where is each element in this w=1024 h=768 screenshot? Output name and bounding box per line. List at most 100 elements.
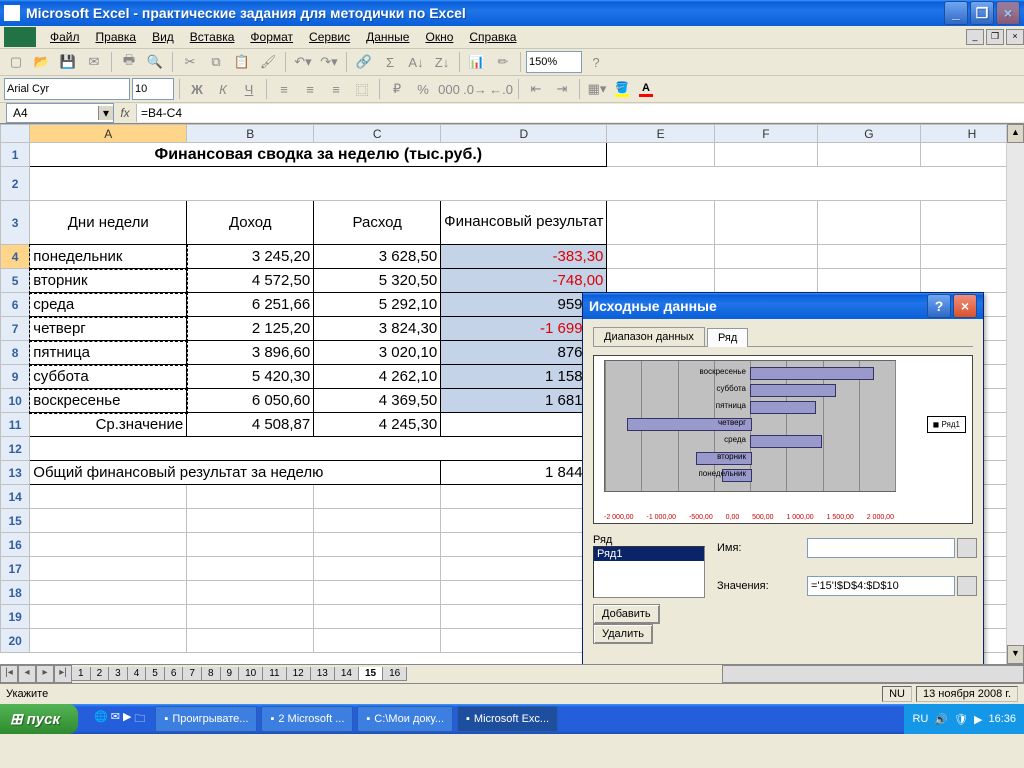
format-painter-icon[interactable]: 🖌 [256,50,280,74]
row-header[interactable]: 2 [1,167,30,201]
restore-button[interactable]: ❐ [970,1,994,25]
sort-desc-icon[interactable]: Z↓ [430,50,454,74]
horizontal-scrollbar[interactable] [722,665,1024,683]
cell[interactable]: 4 572,50 [187,269,314,293]
taskbar-item[interactable]: ▪2 Microsoft ... [261,706,353,732]
currency-icon[interactable]: ₽ [385,77,409,101]
zoom-select[interactable] [526,51,582,73]
sheet-tab[interactable]: 6 [164,667,184,681]
doc-close[interactable]: × [1006,29,1024,45]
start-button[interactable]: ⊞пуск [0,704,78,734]
borders-icon[interactable]: ▦▾ [585,77,609,101]
quicklaunch-icon[interactable]: ✉ [111,710,120,729]
series-name-input[interactable] [807,538,955,558]
name-box[interactable]: A4▾ [6,103,114,123]
cell[interactable]: Дни недели [30,201,187,245]
preview-icon[interactable]: 🔍 [143,50,167,74]
drawing-icon[interactable]: ✏ [491,50,515,74]
align-left-icon[interactable]: ≡ [272,77,296,101]
font-name-select[interactable] [4,78,130,100]
row-header[interactable]: 11 [1,413,30,437]
cell[interactable]: 4 262,10 [314,365,441,389]
ref-picker-icon[interactable] [957,576,977,596]
tab-last-icon[interactable]: ▸| [54,665,72,683]
save-icon[interactable]: 💾 [56,50,80,74]
cell[interactable]: 2 125,20 [187,317,314,341]
sheet-tab[interactable]: 14 [334,667,359,681]
taskbar-item[interactable]: ▪Проигрывате... [155,706,257,732]
sheet-tab[interactable]: 1 [71,667,91,681]
row-header[interactable]: 14 [1,485,30,509]
undo-icon[interactable]: ↶▾ [291,50,315,74]
menu-file[interactable]: Файл [42,28,88,46]
merge-center-icon[interactable]: ⿴ [350,77,374,101]
vertical-scrollbar[interactable]: ▲ ▼ [1006,124,1024,664]
cell[interactable]: 4 369,50 [314,389,441,413]
copy-icon[interactable]: ⧉ [204,50,228,74]
row-header[interactable]: 1 [1,143,30,167]
cell[interactable]: вторник [30,269,187,293]
decrease-decimal-icon[interactable]: ←.0 [489,77,513,101]
cell[interactable]: Расход [314,201,441,245]
menu-help[interactable]: Справка [461,28,524,46]
menu-insert[interactable]: Вставка [182,28,243,46]
paste-icon[interactable]: 📋 [230,50,254,74]
quicklaunch-icon[interactable]: ▶ [123,710,131,729]
row-header[interactable]: 16 [1,533,30,557]
minimize-button[interactable]: _ [944,1,968,25]
sheet-tab[interactable]: 9 [220,667,240,681]
formula-input[interactable] [136,104,1024,122]
col-header[interactable]: C [314,125,441,143]
tab-prev-icon[interactable]: ◂ [18,665,36,683]
sheet-tab[interactable]: 3 [108,667,128,681]
menu-view[interactable]: Вид [144,28,182,46]
series-item[interactable]: Ряд1 [594,547,704,561]
cell[interactable]: 3 824,30 [314,317,441,341]
autosum-icon[interactable]: Σ [378,50,402,74]
cell[interactable]: 3 020,10 [314,341,441,365]
sheet-tab[interactable]: 12 [286,667,311,681]
col-header[interactable]: G [817,125,920,143]
align-center-icon[interactable]: ≡ [298,77,322,101]
doc-minimize[interactable]: _ [966,29,984,45]
row-header[interactable]: 6 [1,293,30,317]
cell[interactable]: 3 896,60 [187,341,314,365]
font-size-select[interactable] [132,78,174,100]
cell[interactable]: 4 508,87 [187,413,314,437]
underline-icon[interactable]: Ч [237,77,261,101]
sheet-tab[interactable]: 10 [238,667,263,681]
scroll-down-icon[interactable]: ▼ [1007,645,1024,664]
new-icon[interactable]: ▢ [4,50,28,74]
cell[interactable]: 5 420,30 [187,365,314,389]
taskbar-item[interactable]: ▪Microsoft Exc... [457,706,558,732]
tab-next-icon[interactable]: ▸ [36,665,54,683]
decrease-indent-icon[interactable]: ⇤ [524,77,548,101]
row-header[interactable]: 9 [1,365,30,389]
percent-icon[interactable]: % [411,77,435,101]
cell[interactable]: 5 320,50 [314,269,441,293]
cell[interactable]: понедельник [30,245,187,269]
cell[interactable]: 6 251,66 [187,293,314,317]
row-header[interactable]: 7 [1,317,30,341]
align-right-icon[interactable]: ≡ [324,77,348,101]
sheet-tab[interactable]: 7 [182,667,202,681]
cell[interactable]: -748,00 [441,269,607,293]
row-header[interactable]: 12 [1,437,30,461]
row-header[interactable]: 17 [1,557,30,581]
close-button[interactable]: × [996,1,1020,25]
sheet-tab[interactable]: 16 [382,667,407,681]
tray-icon[interactable]: 🛡 [954,713,968,726]
quicklaunch-icon[interactable]: 🌐 [94,710,108,729]
cell[interactable]: воскресенье [30,389,187,413]
sheet-tab[interactable]: 11 [262,667,286,681]
worksheet-area[interactable]: ABCDEFGH1Финансовая сводка за неделю (ты… [0,124,1024,664]
dialog-help-button[interactable]: ? [927,294,951,318]
cell[interactable]: суббота [30,365,187,389]
col-header[interactable]: F [714,125,817,143]
cut-icon[interactable]: ✂ [178,50,202,74]
hyperlink-icon[interactable]: 🔗 [352,50,376,74]
system-tray[interactable]: RU 🔊 🛡 ▶ 16:36 [904,704,1024,734]
row-header[interactable]: 15 [1,509,30,533]
italic-icon[interactable]: К [211,77,235,101]
col-header[interactable]: A [30,125,187,143]
